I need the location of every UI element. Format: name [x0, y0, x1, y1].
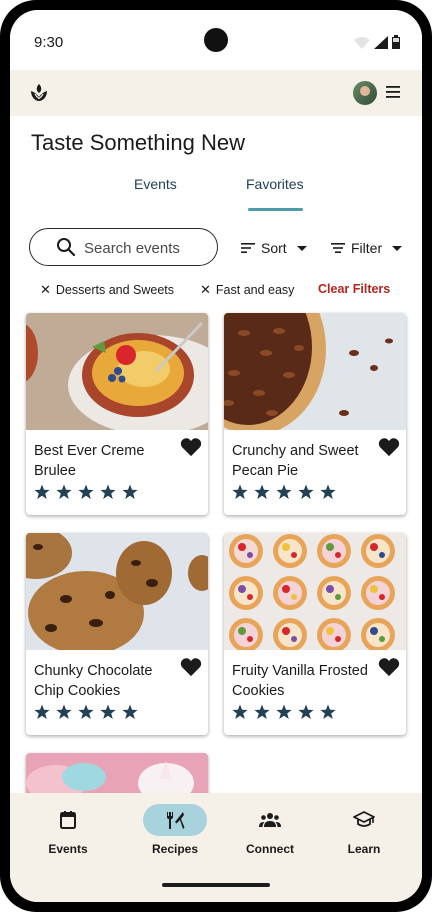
search-bar[interactable]	[29, 228, 218, 266]
clear-filters-link[interactable]: Clear Filters	[318, 282, 390, 296]
camera-cutout	[204, 28, 228, 52]
nav-label: Recipes	[151, 842, 199, 856]
star-icon	[254, 704, 270, 719]
filter-label: Filter	[351, 240, 383, 256]
star-icon	[100, 704, 116, 719]
star-icon	[276, 704, 292, 719]
star-icon	[298, 484, 314, 499]
tab-events[interactable]: Events	[134, 176, 177, 192]
close-icon[interactable]: ✕	[40, 282, 51, 298]
filter-chip[interactable]: ✕ Desserts and Sweets	[40, 282, 174, 298]
nav-label: Learn	[347, 842, 381, 856]
heart-icon[interactable]	[180, 657, 202, 677]
utensils-icon	[167, 812, 185, 829]
active-tab-indicator	[248, 208, 303, 211]
nav-item-learn[interactable]: Learn	[319, 793, 409, 873]
nav-item-events[interactable]: Events	[23, 793, 113, 873]
sort-button[interactable]: Sort	[241, 240, 307, 256]
rating-stars	[34, 484, 138, 500]
nav-item-connect[interactable]: Connect	[225, 793, 315, 873]
star-icon	[320, 484, 336, 499]
star-icon	[56, 704, 72, 719]
chevron-down-icon	[296, 245, 307, 251]
star-icon	[78, 704, 94, 719]
logo-icon[interactable]	[28, 82, 50, 104]
hamburger-menu-icon[interactable]	[385, 84, 401, 100]
chevron-down-icon	[392, 245, 403, 251]
filter-chip-label: Fast and easy	[215, 283, 295, 297]
chocolate-chip-cookies-image	[26, 533, 208, 650]
star-icon	[122, 484, 138, 499]
tab-favorites[interactable]: Favorites	[246, 176, 304, 192]
star-icon	[78, 484, 94, 499]
recipe-title: Chunky Chocolate Chip Cookies	[34, 663, 153, 699]
battery-icon	[392, 35, 400, 49]
recipe-title: Best Ever Creme Brulee	[34, 443, 145, 479]
bottom-navigation: Events Recipes Connect Learn	[10, 793, 422, 902]
app-bar	[10, 70, 422, 116]
filter-icon	[331, 243, 345, 253]
close-icon[interactable]: ✕	[200, 282, 211, 298]
nav-label: Connect	[246, 842, 294, 856]
rating-stars	[232, 484, 336, 500]
recipe-card[interactable]: Best Ever Creme Brulee	[26, 313, 208, 515]
recipe-card[interactable]: Chunky Chocolate Chip Cookies	[26, 533, 208, 735]
home-indicator[interactable]	[162, 883, 270, 887]
heart-icon[interactable]	[378, 437, 400, 457]
search-icon	[57, 238, 76, 257]
star-icon	[298, 704, 314, 719]
rating-stars	[34, 704, 138, 720]
star-icon	[320, 704, 336, 719]
status-bar: 9:30	[10, 10, 422, 70]
star-icon	[232, 704, 248, 719]
heart-icon[interactable]	[378, 657, 400, 677]
page-title: Taste Something New	[31, 130, 245, 155]
system-icons	[354, 35, 400, 49]
heart-icon[interactable]	[180, 437, 202, 457]
recipe-card[interactable]: Crunchy and Sweet Pecan Pie	[224, 313, 406, 515]
nav-item-recipes[interactable]: Recipes	[130, 793, 220, 873]
filter-button[interactable]: Filter	[331, 240, 403, 256]
recipe-title: Fruity Vanilla Frosted Cookies	[232, 663, 368, 699]
star-icon	[254, 484, 270, 499]
signal-icon	[374, 36, 388, 49]
filter-chip[interactable]: ✕ Fast and easy	[200, 282, 294, 298]
star-icon	[34, 704, 50, 719]
star-icon	[122, 704, 138, 719]
creme-brulee-image	[26, 313, 208, 430]
star-icon	[232, 484, 248, 499]
phone-frame: 9:30 Taste Something New Events Favorite…	[0, 0, 432, 912]
status-time: 9:30	[34, 34, 64, 51]
recipe-card[interactable]: Fruity Vanilla Frosted Cookies	[224, 533, 406, 735]
recipe-title: Crunchy and Sweet Pecan Pie	[232, 443, 359, 479]
people-icon	[259, 813, 281, 827]
graduation-cap-icon	[353, 811, 375, 827]
nav-label: Events	[48, 842, 88, 856]
sort-icon	[241, 243, 255, 253]
filter-chip-label: Desserts and Sweets	[55, 283, 175, 297]
pecan-pie-image	[224, 313, 406, 430]
star-icon	[100, 484, 116, 499]
frosted-cookies-image	[224, 533, 406, 650]
search-input[interactable]	[84, 238, 214, 258]
rating-stars	[232, 704, 336, 720]
tab-bar: Events Favorites	[10, 176, 422, 212]
sort-label: Sort	[261, 240, 287, 256]
wifi-icon	[354, 37, 370, 49]
star-icon	[34, 484, 50, 499]
star-icon	[276, 484, 292, 499]
screen: 9:30 Taste Something New Events Favorite…	[10, 10, 422, 902]
avatar[interactable]	[353, 81, 377, 105]
calendar-icon	[60, 811, 76, 829]
star-icon	[56, 484, 72, 499]
